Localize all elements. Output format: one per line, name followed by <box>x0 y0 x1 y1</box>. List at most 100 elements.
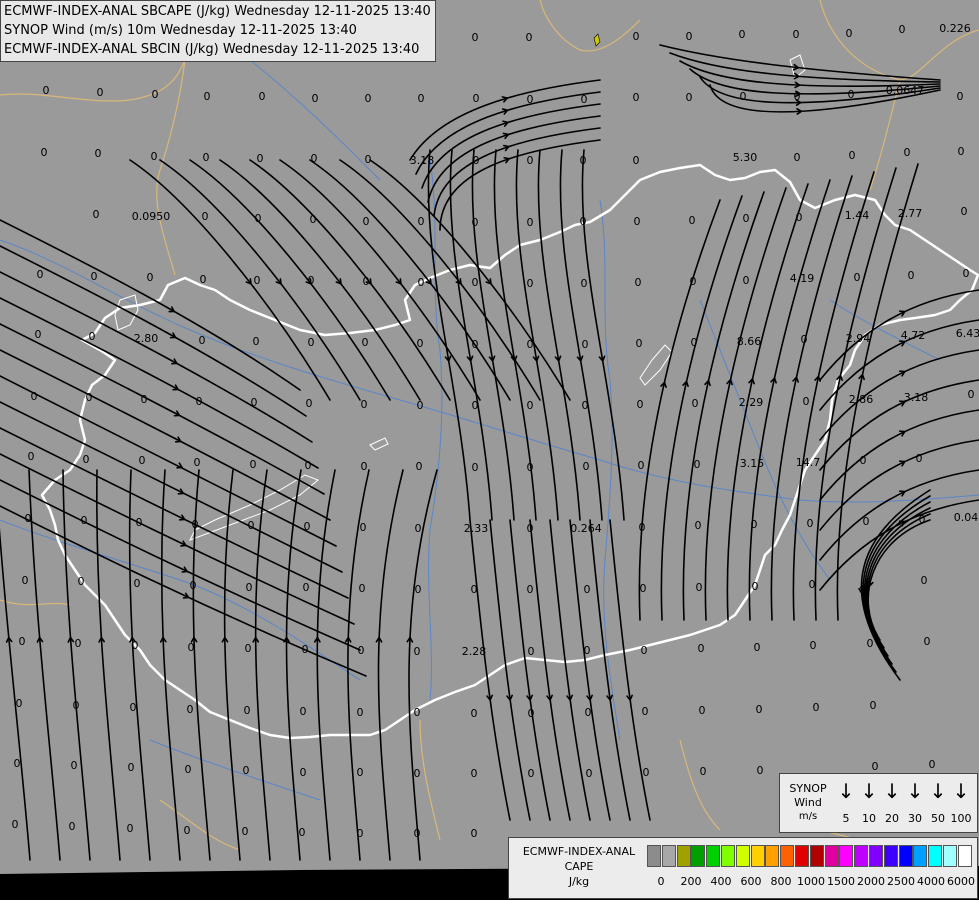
cape-value-label: 0 <box>643 766 650 779</box>
cape-value-label: 0 <box>358 644 365 657</box>
cape-legend-swatch <box>943 845 957 867</box>
cape-value-label: 0 <box>472 399 479 412</box>
cape-value-label: 0 <box>692 397 699 410</box>
cape-value-label: 0 <box>796 211 803 224</box>
cape-value-label: 0 <box>640 582 647 595</box>
cape-value-label: 0 <box>527 338 534 351</box>
cape-value-label: 0 <box>471 767 478 780</box>
cape-value-label: 0 <box>691 336 698 349</box>
cape-value-label: 0 <box>968 388 975 401</box>
wind-legend-arrow-icon: ↓ <box>883 779 901 803</box>
cape-value-label: 0 <box>807 517 814 530</box>
cape-value-label: 3.15 <box>740 457 765 470</box>
cape-value-label: 0 <box>257 152 264 165</box>
cape-value-label: 0 <box>300 766 307 779</box>
cape-value-label: 0 <box>870 699 877 712</box>
cape-legend-value: 6000 <box>947 875 975 888</box>
cape-value-label: 0 <box>28 450 35 463</box>
cape-value-label: 0 <box>743 212 750 225</box>
cape-value-label: 0 <box>185 763 192 776</box>
cape-value-label: 0 <box>418 276 425 289</box>
cape-value-label: 0 <box>916 452 923 465</box>
cape-legend-value: 2500 <box>887 875 915 888</box>
cape-value-label: 0 <box>251 396 258 409</box>
cape-value-label: 0 <box>686 91 693 104</box>
cape-value-label: 0 <box>581 277 588 290</box>
cape-value-label: 0 <box>136 516 143 529</box>
cape-value-label: 0 <box>417 337 424 350</box>
cape-value-label: 0.04 <box>954 511 979 524</box>
cape-value-label: 0 <box>929 758 936 771</box>
cape-value-label: 0 <box>184 824 191 837</box>
cape-value-label: 0 <box>310 213 317 226</box>
cape-value-label: 0 <box>302 643 309 656</box>
cape-value-label: 0 <box>363 215 370 228</box>
cape-value-label: 0 <box>921 574 928 587</box>
cape-legend-title-line1: ECMWF-INDEX-ANAL <box>522 845 636 858</box>
cape-value-label: 0 <box>97 86 104 99</box>
cape-value-label: 0 <box>803 395 810 408</box>
cape-value-label: 0 <box>127 822 134 835</box>
cape-legend-swatch <box>735 845 750 867</box>
cape-value-label: 0 <box>308 336 315 349</box>
cape-legend-swatch <box>854 845 869 867</box>
cape-legend-swatch <box>898 845 913 867</box>
cape-value-label: 2.94 <box>846 332 871 345</box>
cape-value-label: 0 <box>739 28 746 41</box>
cape-legend-title: ECMWF-INDEX-ANAL CAPE J/kg <box>513 844 645 889</box>
cape-value-label: 0 <box>641 644 648 657</box>
cape-legend-swatch <box>913 845 928 867</box>
cape-value-label: 0 <box>636 337 643 350</box>
cape-value-label: 0 <box>259 90 266 103</box>
cape-legend-swatch <box>691 845 706 867</box>
cape-value-label: 0 <box>35 328 42 341</box>
cape-value-label: 0 <box>141 393 148 406</box>
cape-value-label: 0 <box>190 579 197 592</box>
wind-legend-arrow-icon: ↓ <box>837 779 855 803</box>
cape-value-label: 0 <box>300 705 307 718</box>
cape-value-label: 8.66 <box>737 335 762 348</box>
cape-value-label: 0 <box>200 273 207 286</box>
cape-value-label: 0 <box>919 513 926 526</box>
cape-value-label: 0 <box>362 336 369 349</box>
cape-value-label: 0 <box>22 574 29 587</box>
cape-value-label: 0 <box>81 514 88 527</box>
cape-value-label: 2.77 <box>898 207 923 220</box>
cape-value-label: 0 <box>527 461 534 474</box>
cape-value-label: 0 <box>473 92 480 105</box>
cape-value-label: 0 <box>134 577 141 590</box>
cape-value-label: 0 <box>93 208 100 221</box>
cape-value-label: 0 <box>472 216 479 229</box>
cape-value-label: 0.226 <box>939 22 971 35</box>
cape-value-label: 0 <box>306 397 313 410</box>
cape-value-label: 0 <box>188 641 195 654</box>
cape-value-label: 0 <box>743 274 750 287</box>
cape-legend-swatch <box>721 845 735 867</box>
cape-value-label: 0 <box>528 645 535 658</box>
cape-value-label: 0 <box>963 267 970 280</box>
cape-value-label: 0 <box>908 269 915 282</box>
cape-value-label: 0 <box>752 580 759 593</box>
cape-legend-swatch <box>839 845 854 867</box>
cape-legend-swatch <box>780 845 795 867</box>
cape-value-label: 1.44 <box>845 209 870 222</box>
cape-value-label: 0 <box>472 338 479 351</box>
cape-value-label: 0 <box>130 701 137 714</box>
cape-value-label: 0 <box>83 453 90 466</box>
cape-value-label: 0 <box>526 31 533 44</box>
cape-legend-swatch <box>795 845 809 867</box>
cape-value-label: 0 <box>73 699 80 712</box>
cape-value-label: 0 <box>71 759 78 772</box>
cape-value-label: 0 <box>418 215 425 228</box>
cape-legend-swatch <box>765 845 780 867</box>
cape-value-label: 0 <box>695 519 702 532</box>
cape-value-label: 0 <box>899 23 906 36</box>
cape-value-label: 0 <box>31 390 38 403</box>
cape-value-label: 0 <box>414 645 421 658</box>
cape-value-label: 0 <box>472 31 479 44</box>
cape-value-label: 0 <box>863 515 870 528</box>
cape-value-label: 0 <box>417 399 424 412</box>
cape-value-label: 0 <box>254 274 261 287</box>
cape-value-label: 0 <box>637 398 644 411</box>
wind-legend-title: SYNOP Wind m/s <box>786 782 830 824</box>
